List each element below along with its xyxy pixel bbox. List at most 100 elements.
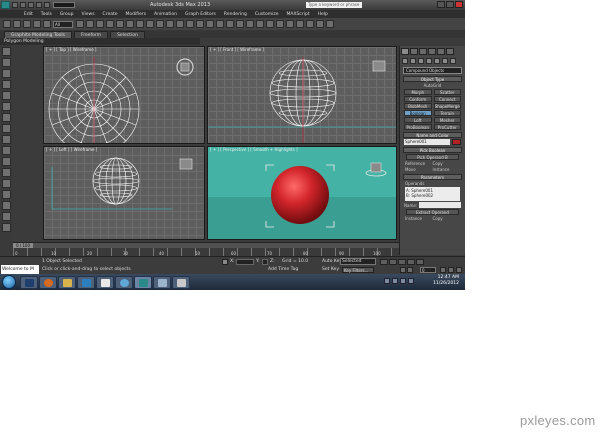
tab-selection[interactable]: Selection [110,31,145,38]
select-object-icon[interactable] [76,20,84,28]
menu-tools[interactable]: Tools [41,12,52,17]
tray-volume-icon[interactable] [392,278,398,284]
y-coordinate-field[interactable] [262,259,268,265]
procutter-button[interactable]: ProCutter [433,124,461,130]
lock-icon[interactable] [222,259,228,265]
system-clock[interactable]: 12:47 AM 11/26/2012 [433,275,459,287]
selection-filter-dropdown[interactable]: All [53,20,73,28]
select-by-name-icon[interactable] [86,20,94,28]
3dsmax-taskbar-icon[interactable] [134,275,152,289]
redo-icon[interactable] [13,20,21,28]
document-taskbar-icon[interactable] [96,275,114,289]
region-select-icon[interactable] [96,20,104,28]
minimize-button[interactable] [437,1,445,8]
create-system-icon[interactable] [2,168,11,177]
maximize-button[interactable] [446,1,454,8]
create-spline-icon[interactable] [2,190,11,199]
align-icon[interactable] [246,20,254,28]
mesher-button[interactable]: Mesher [433,117,461,123]
shapemerge-button[interactable]: ShapeMerge [433,103,461,109]
terrain-button[interactable]: Terrain [433,110,461,116]
pan-icon[interactable] [440,267,446,273]
helpers-icon[interactable] [434,58,440,64]
link-icon[interactable] [23,20,31,28]
move-radio[interactable]: Move [405,167,433,172]
render-production-icon[interactable] [326,20,334,28]
menu-help[interactable]: Help [318,12,328,17]
close-button[interactable] [455,1,463,8]
scale-icon[interactable] [136,20,144,28]
snap-toggle-icon[interactable] [186,20,194,28]
cameras-icon[interactable] [426,58,432,64]
curve-editor-icon[interactable] [276,20,284,28]
instance-radio[interactable]: Instance [433,167,461,172]
ribbon-panel-label[interactable]: Polygon Modeling [0,38,200,45]
unlink-icon[interactable] [33,20,41,28]
next-frame-icon[interactable] [407,259,415,265]
viewport-left[interactable]: [ + ] [ Left ] [ Wireframe ] [43,146,205,240]
create-spacewarp-icon[interactable] [2,157,11,166]
create-cylinder-icon[interactable] [2,69,11,78]
media-player-taskbar-icon[interactable] [77,275,95,289]
menu-modifiers[interactable]: Modifiers [126,12,147,17]
mirror-icon[interactable] [236,20,244,28]
manipulate-icon[interactable] [166,20,174,28]
viewport-top[interactable]: [ + ] [ Top ] [ Wireframe ] [43,46,205,144]
folder-taskbar-icon[interactable] [58,275,76,289]
tray-power-icon[interactable] [408,278,414,284]
object-color-swatch[interactable] [452,139,461,145]
reference-radio[interactable]: Reference [405,161,433,166]
menu-animation[interactable]: Animation [154,12,177,17]
copy-radio[interactable]: Copy [433,161,461,166]
scatter-button[interactable]: Scatter [433,89,461,95]
create-box-icon[interactable] [2,47,11,56]
paint-taskbar-icon[interactable] [172,275,190,289]
create-torus-icon[interactable] [2,80,11,89]
create-plane-icon[interactable] [2,113,11,122]
undo-icon[interactable] [3,20,11,28]
operand-name-field[interactable] [419,202,461,208]
create-teapot-icon[interactable] [2,91,11,100]
lights-icon[interactable] [418,58,424,64]
go-to-end-icon[interactable] [416,259,424,265]
list-item[interactable]: B: Sphere002 [406,193,459,198]
percent-snap-icon[interactable] [206,20,214,28]
blobmesh-button[interactable]: BlobMesh [404,103,432,109]
tab-graphite-modeling-tools[interactable]: Graphite Modeling Tools [4,31,73,38]
morph-button[interactable]: Morph [404,89,432,95]
create-sphere-icon[interactable] [2,58,11,67]
current-frame-field[interactable]: 0 [420,267,436,273]
keyboard-shortcut-icon[interactable] [176,20,184,28]
utilities-tab-icon[interactable] [446,48,454,55]
search-input[interactable]: Type a keyword or phrase [306,2,362,8]
pick-operand-b-button[interactable]: Pick Operand B [406,154,459,160]
play-icon[interactable] [398,259,406,265]
menu-views[interactable]: Views [82,12,95,17]
hierarchy-tab-icon[interactable] [419,48,427,55]
rotate-icon[interactable] [126,20,134,28]
set-key-button[interactable]: Set Key [322,267,339,272]
window-crossing-icon[interactable] [106,20,114,28]
object-name-field[interactable]: Sphere001 [404,139,450,145]
loft-button[interactable]: Loft [404,117,432,123]
motion-tab-icon[interactable] [428,48,436,55]
create-cone-icon[interactable] [2,102,11,111]
window-taskbar-icon[interactable] [153,275,171,289]
create-camera-icon[interactable] [2,135,11,144]
photoshop-taskbar-icon[interactable] [20,275,38,289]
create-tab-icon[interactable] [401,48,409,55]
messenger-taskbar-icon[interactable] [115,275,133,289]
name-and-color-rollout[interactable]: Name and Color [403,132,462,138]
menu-group[interactable]: Group [60,12,74,17]
viewport-perspective[interactable]: [ + ] [ Perspective ] [ Smooth + Highlig… [207,146,397,240]
menu-edit[interactable]: Edit [24,12,33,17]
rendered-frame-icon[interactable] [316,20,324,28]
orbit-icon[interactable] [448,267,454,273]
object-category-dropdown[interactable]: Compound Objects [403,67,462,74]
connect-button[interactable]: Connect [433,96,461,102]
geometry-icon[interactable] [402,58,408,64]
pick-boolean-rollout[interactable]: Pick Boolean [403,147,462,153]
reference-coord-icon[interactable] [146,20,154,28]
key-selection-dropdown[interactable]: Selected [340,258,376,265]
graphite-toggle-icon[interactable] [266,20,274,28]
